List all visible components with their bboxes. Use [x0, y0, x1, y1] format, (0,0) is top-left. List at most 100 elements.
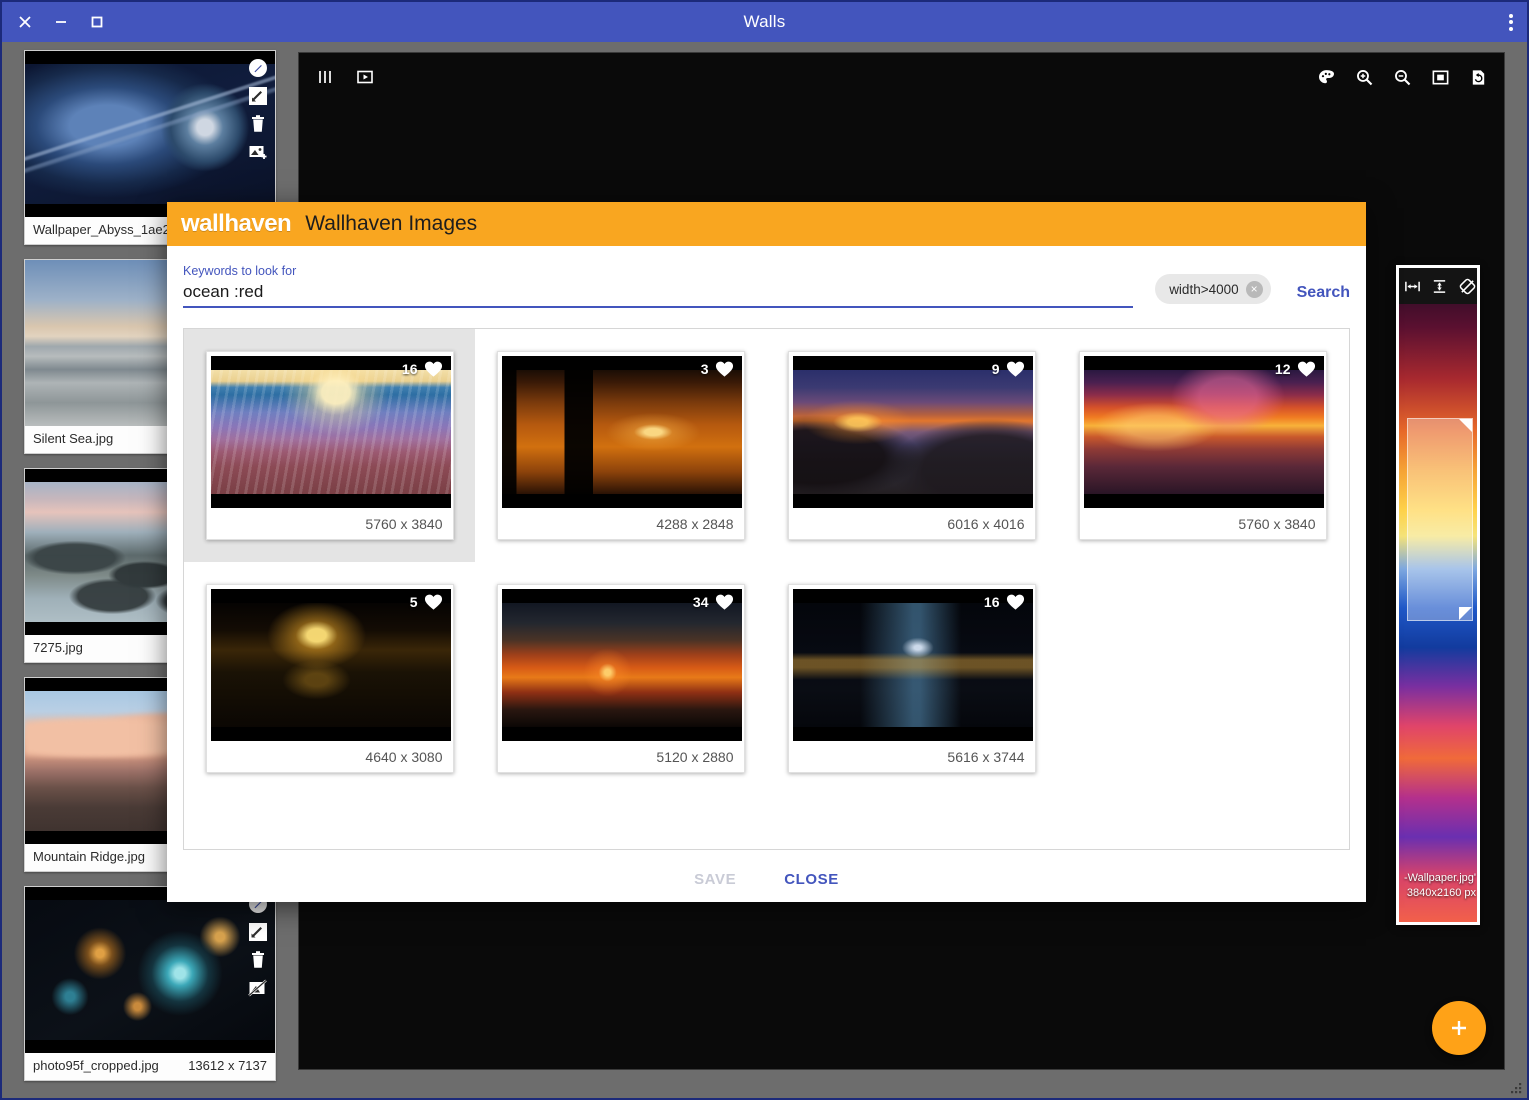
heart-icon: [1006, 361, 1024, 377]
result-dimensions: 5616 x 3744: [947, 749, 1025, 765]
wallhaven-logo: wallhaven: [181, 210, 292, 237]
save-button[interactable]: SAVE: [694, 871, 736, 888]
result-cell[interactable]: 16 5760 x 3840: [184, 329, 475, 562]
wallhaven-dialog: wallhaven Wallhaven Images Keywords to l…: [167, 202, 1366, 902]
favorites-count: 3: [700, 361, 709, 377]
crop-handle-bottom[interactable]: [1459, 607, 1472, 621]
result-cell[interactable]: 9 6016 x 4016: [766, 329, 1057, 562]
result-card[interactable]: 9 6016 x 4016: [787, 351, 1036, 540]
edit-icon[interactable]: [247, 85, 269, 107]
result-card[interactable]: 34 5120 x 2880: [496, 584, 745, 773]
wand-icon[interactable]: [247, 57, 269, 79]
result-cell[interactable]: 34 5120 x 2880: [475, 562, 766, 795]
maximize-icon[interactable]: [86, 11, 108, 33]
letterbox-top: [25, 51, 275, 64]
result-art: [792, 370, 1033, 494]
edit-icon[interactable]: [247, 921, 269, 943]
result-art: [501, 370, 742, 494]
result-cell[interactable]: 16 5616 x 3744: [766, 562, 1057, 795]
heart-icon: [715, 594, 733, 610]
search-input[interactable]: [183, 280, 1134, 308]
zoom-out-icon[interactable]: [1390, 65, 1414, 89]
heart-icon: [1297, 361, 1315, 377]
image-preview-panel: -Wallpaper.jpg' 3840x2160 px: [1396, 265, 1480, 925]
restore-icon[interactable]: [1466, 65, 1490, 89]
close-button[interactable]: CLOSE: [784, 871, 839, 888]
result-art: [501, 603, 742, 727]
search-button[interactable]: Search: [1297, 284, 1350, 302]
resize-grip[interactable]: [1509, 1081, 1523, 1095]
result-art: [792, 603, 1033, 727]
more-vert-icon[interactable]: [1509, 11, 1513, 33]
letterbox-bottom: [25, 1040, 275, 1053]
dialog-footer: SAVE CLOSE: [167, 850, 1366, 908]
thumbnail-hover-tools: [247, 893, 269, 999]
heart-icon: [715, 361, 733, 377]
application-window: Walls Wallpaper_Abyss_1ae27 Silent Sea.j…: [0, 0, 1529, 1100]
result-card[interactable]: 5 4640 x 3080: [205, 584, 454, 773]
window-controls: [2, 11, 108, 33]
add-image-icon[interactable]: [247, 141, 269, 163]
result-thumbnail: 16: [792, 589, 1033, 741]
height-arrows-icon[interactable]: [1430, 274, 1449, 298]
search-label: Keywords to look for: [183, 264, 297, 278]
add-wallpaper-fab[interactable]: [1432, 1001, 1486, 1055]
no-image-icon[interactable]: [247, 977, 269, 999]
close-icon[interactable]: ×: [1245, 280, 1263, 298]
result-thumbnail: 5: [210, 589, 451, 741]
results-grid: 16 5760 x 3840 3 4288 x 2848 9 6016 x 40…: [183, 328, 1350, 850]
file-name: photo95f_cropped.jpg: [33, 1058, 159, 1073]
title-bar: Walls: [2, 2, 1527, 42]
viewer-toolbar: [299, 53, 1504, 101]
viewer-toolbar-right: [1314, 65, 1490, 89]
dialog-header: wallhaven Wallhaven Images: [167, 202, 1366, 246]
file-name: Mountain Ridge.jpg: [33, 849, 146, 864]
preview-caption: -Wallpaper.jpg' 3840x2160 px: [1396, 871, 1480, 901]
palette-icon[interactable]: [1314, 65, 1338, 89]
fit-screen-icon[interactable]: [1428, 65, 1452, 89]
result-card[interactable]: 12 5760 x 3840: [1078, 351, 1327, 540]
no-rotate-icon[interactable]: [1458, 274, 1477, 298]
result-dimensions: 5120 x 2880: [656, 749, 734, 765]
favorites-badge: 3: [701, 360, 734, 378]
file-name: Silent Sea.jpg: [33, 431, 114, 446]
result-dimensions: 6016 x 4016: [947, 516, 1025, 532]
crop-selection[interactable]: [1407, 418, 1473, 622]
delete-icon[interactable]: [247, 949, 269, 971]
favorites-badge: 16: [402, 360, 443, 378]
favorites-count: 16: [401, 361, 418, 377]
slideshow-icon[interactable]: [353, 65, 377, 89]
result-cell[interactable]: 12 5760 x 3840: [1057, 329, 1348, 562]
result-art: [210, 370, 451, 494]
heart-icon: [424, 594, 442, 610]
preview-toolbar: [1399, 268, 1477, 304]
list-item[interactable]: photo95f_cropped.jpg 13612 x 7137: [24, 886, 276, 1081]
zoom-in-icon[interactable]: [1352, 65, 1376, 89]
thumbnail-meta: photo95f_cropped.jpg 13612 x 7137: [25, 1053, 275, 1080]
result-card[interactable]: 3 4288 x 2848: [496, 351, 745, 540]
preview-image: [1399, 268, 1477, 922]
result-dimensions: 4288 x 2848: [656, 516, 734, 532]
heart-icon: [424, 361, 442, 377]
columns-icon[interactable]: [313, 65, 337, 89]
crop-handle-top[interactable]: [1459, 419, 1472, 433]
close-icon[interactable]: [14, 11, 36, 33]
result-dimensions: 4640 x 3080: [365, 749, 443, 765]
file-name: 7275.jpg: [33, 640, 83, 655]
thumbnail: [25, 887, 275, 1053]
result-card[interactable]: 16 5616 x 3744: [787, 584, 1036, 773]
delete-icon[interactable]: [247, 113, 269, 135]
result-cell[interactable]: 5 4640 x 3080: [184, 562, 475, 795]
width-arrows-icon[interactable]: [1403, 274, 1422, 298]
result-thumbnail: 3: [501, 356, 742, 508]
page-title: Walls: [743, 12, 786, 31]
favorites-count: 9: [991, 361, 1000, 377]
favorites-badge: 16: [984, 593, 1025, 611]
minimize-icon[interactable]: [50, 11, 72, 33]
filter-chip[interactable]: width>4000 ×: [1155, 274, 1271, 304]
result-card[interactable]: 16 5760 x 3840: [205, 351, 454, 540]
favorites-count: 16: [983, 594, 1000, 610]
preview-file-name: -Wallpaper.jpg': [1403, 872, 1476, 885]
file-name: Wallpaper_Abyss_1ae27: [33, 222, 178, 237]
result-cell[interactable]: 3 4288 x 2848: [475, 329, 766, 562]
